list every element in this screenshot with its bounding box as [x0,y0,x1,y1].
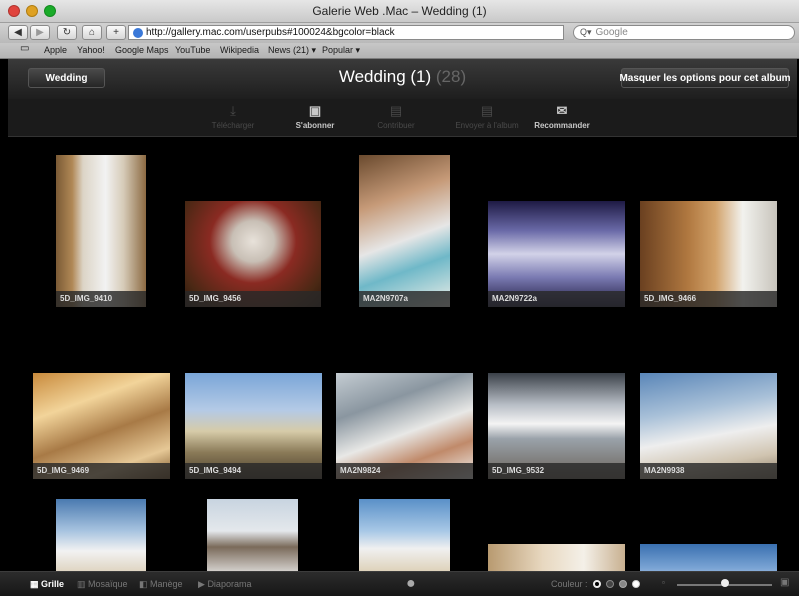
bookmark-wikipedia[interactable]: Wikipedia [220,45,259,55]
view-carousel-button[interactable]: ◧ Manège [139,579,183,590]
photo-grid: 5D_IMG_9410 5D_IMG_9456 MA2N9707a MA2N97… [8,137,797,571]
title-bar: Galerie Web .Mac – Wedding (1) [0,0,799,23]
plus-icon: + [113,27,119,38]
send-to-album-label: Envoyer à l'album [455,121,519,130]
photo-thumbnail[interactable]: 5D_IMG_9466 [640,201,777,307]
photo-caption: 5D_IMG_9410 [56,291,146,307]
send-to-album-button[interactable]: ▤ Envoyer à l'album [439,103,535,130]
bookmark-yahoo[interactable]: Yahoo! [77,45,105,55]
photo-caption: 5D_IMG_9456 [185,291,321,307]
thumbnail-size-slider-knob[interactable] [721,579,729,587]
search-field[interactable]: Q▾ Google [573,25,795,40]
photo-thumbnail[interactable] [488,544,625,571]
download-label: Télécharger [211,121,255,130]
color-swatch-dark-gray[interactable] [606,580,614,588]
view-grid-button[interactable]: ▦ Grille [30,579,64,590]
color-swatch-black[interactable] [593,580,601,588]
browser-toolbar: ◀ ▶ ↻ ⌂ + http://gallery.mac.com/userpub… [0,23,799,43]
view-slideshow-label: Diaporama [207,579,252,589]
reload-icon: ↻ [62,27,72,38]
view-carousel-label: Manège [150,579,183,589]
back-arrow-icon: ◀ [14,27,22,38]
download-button[interactable]: ⤓ Télécharger [193,103,273,130]
forward-arrow-icon: ▶ [36,27,44,38]
site-icon [133,27,143,38]
photo-thumbnail[interactable] [359,499,450,571]
bookmarks-book-icon[interactable]: ▭ [20,43,29,54]
grid-icon: ▦ [30,579,39,589]
album-title-text: Wedding (1) [338,67,432,86]
photo-thumbnail[interactable]: 5D_IMG_9469 [33,373,170,479]
photo-caption: 5D_IMG_9469 [33,463,170,479]
photo-thumbnail[interactable]: 5D_IMG_9410 [56,155,146,307]
photo-thumbnail[interactable]: MA2N9722a [488,201,625,307]
photo-thumbnail[interactable]: 5D_IMG_9532 [488,373,625,479]
view-grid-label: Grille [41,579,65,589]
photo-thumbnail[interactable]: 5D_IMG_9456 [185,201,321,307]
photo-thumbnail[interactable] [56,499,146,571]
rss-subscribe-icon: ▣ [308,103,322,118]
back-button[interactable]: ◀ [8,25,28,40]
view-mosaic-button[interactable]: ▥ Mosaïque [77,579,128,590]
bookmarks-bar: ▭ Apple Yahoo! Google Maps YouTube Wikip… [0,43,799,59]
carousel-icon: ◧ [139,579,148,589]
color-swatch-gray[interactable] [619,580,627,588]
add-bookmark-button[interactable]: + [106,25,126,40]
photo-thumbnail[interactable]: MA2N9707a [359,155,450,307]
photo-caption: MA2N9824 [336,463,473,479]
home-button[interactable]: ⌂ [82,25,102,40]
window-title: Galerie Web .Mac – Wedding (1) [312,4,487,18]
bookmark-popular[interactable]: Popular ▾ [322,45,360,56]
view-mosaic-label: Mosaïque [88,579,128,589]
download-icon: ⤓ [230,103,236,118]
home-icon: ⌂ [88,27,96,38]
color-swatch-white[interactable] [632,580,640,588]
reload-button[interactable]: ↻ [57,25,77,40]
bookmark-youtube[interactable]: YouTube [175,45,210,55]
forward-button[interactable]: ▶ [30,25,50,40]
photo-caption: MA2N9938 [640,463,777,479]
search-icon: Q▾ [580,27,592,37]
small-thumbnails-icon[interactable]: ▫ [662,578,665,587]
apple-logo-icon: ● [406,575,416,592]
bookmark-news[interactable]: News (21) ▾ [268,45,316,56]
contribute-label: Contribuer [377,121,415,130]
browser-window: Galerie Web .Mac – Wedding (1) ◀ ▶ ↻ ⌂ +… [0,0,799,596]
photo-thumbnail[interactable]: 5D_IMG_9494 [185,373,322,479]
recommend-button[interactable]: ✉ Recommander [522,103,602,130]
contribute-button[interactable]: ▤ Contribuer [356,103,436,130]
view-slideshow-button[interactable]: ▶ Diaporama [198,579,251,590]
photo-thumbnail[interactable] [640,544,777,571]
mosaic-icon: ▥ [77,579,86,589]
recommend-label: Recommander [534,121,590,130]
photo-thumbnail[interactable]: MA2N9824 [336,373,473,479]
gallery-header: Wedding Wedding (1) (28) Masquer les opt… [8,59,797,99]
subscribe-label: S'abonner [295,121,335,130]
slideshow-icon: ▶ [198,579,205,589]
photo-caption: MA2N9707a [359,291,450,307]
photo-thumbnail[interactable]: MA2N9938 [640,373,777,479]
album-photo-count: (28) [435,67,467,86]
contribute-icon: ▤ [389,103,403,118]
send-to-album-icon: ▤ [480,103,494,118]
address-bar[interactable]: http://gallery.mac.com/userpubs#100024&b… [128,25,564,40]
subscribe-button[interactable]: ▣ S'abonner [275,103,355,130]
large-thumbnails-icon[interactable]: ▣ [780,577,789,588]
bookmark-apple[interactable]: Apple [44,45,67,55]
search-placeholder: Google [595,27,628,38]
photo-caption: 5D_IMG_9494 [185,463,322,479]
bookmark-google-maps[interactable]: Google Maps [115,45,169,55]
album-actions-toolbar: ⤓ Télécharger ▣ S'abonner ▤ Contribuer ▤… [8,99,797,137]
photo-thumbnail[interactable] [207,499,298,571]
color-label: Couleur : [551,579,588,589]
envelope-icon: ✉ [556,103,568,118]
photo-caption: 5D_IMG_9532 [488,463,625,479]
photo-caption: 5D_IMG_9466 [640,291,777,307]
photo-caption: MA2N9722a [488,291,625,307]
url-text: http://gallery.mac.com/userpubs#100024&b… [146,27,395,38]
view-options-bar: ▦ Grille ▥ Mosaïque ◧ Manège ▶ Diaporama… [0,571,799,596]
hide-options-button[interactable]: Masquer les options pour cet album [619,68,791,88]
